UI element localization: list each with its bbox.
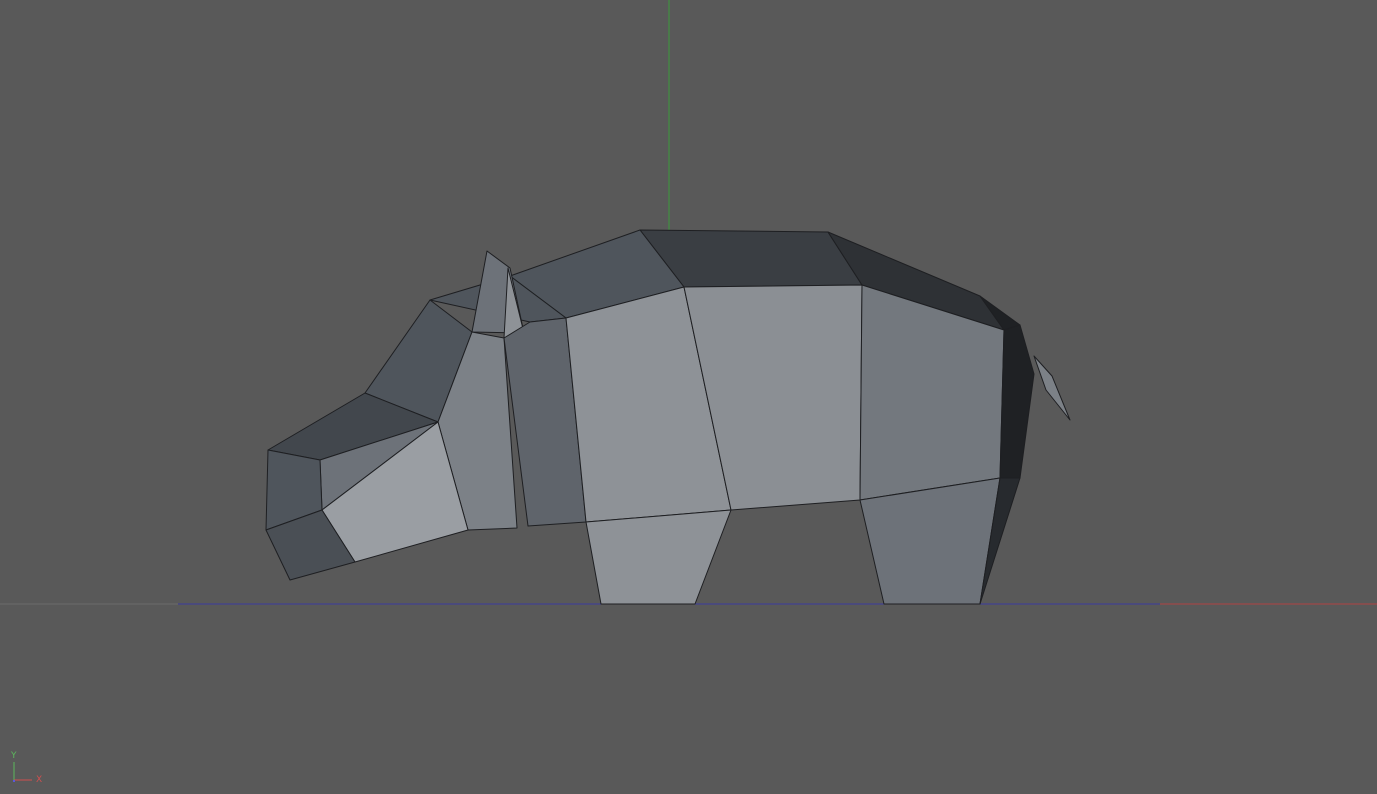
- 3d-viewport[interactable]: Y X: [0, 0, 1377, 794]
- hippo-mesh[interactable]: [265, 229, 1071, 605]
- mesh-face-tail: [1033, 355, 1071, 421]
- gizmo-y-label: Y: [11, 751, 17, 761]
- mesh-face-front-leg: [585, 509, 732, 605]
- scene-canvas: [0, 0, 1377, 605]
- mesh-face-rump-side: [999, 324, 1035, 479]
- gizmo-x-label: X: [36, 775, 43, 785]
- mesh-face-hind-leg: [859, 477, 1001, 605]
